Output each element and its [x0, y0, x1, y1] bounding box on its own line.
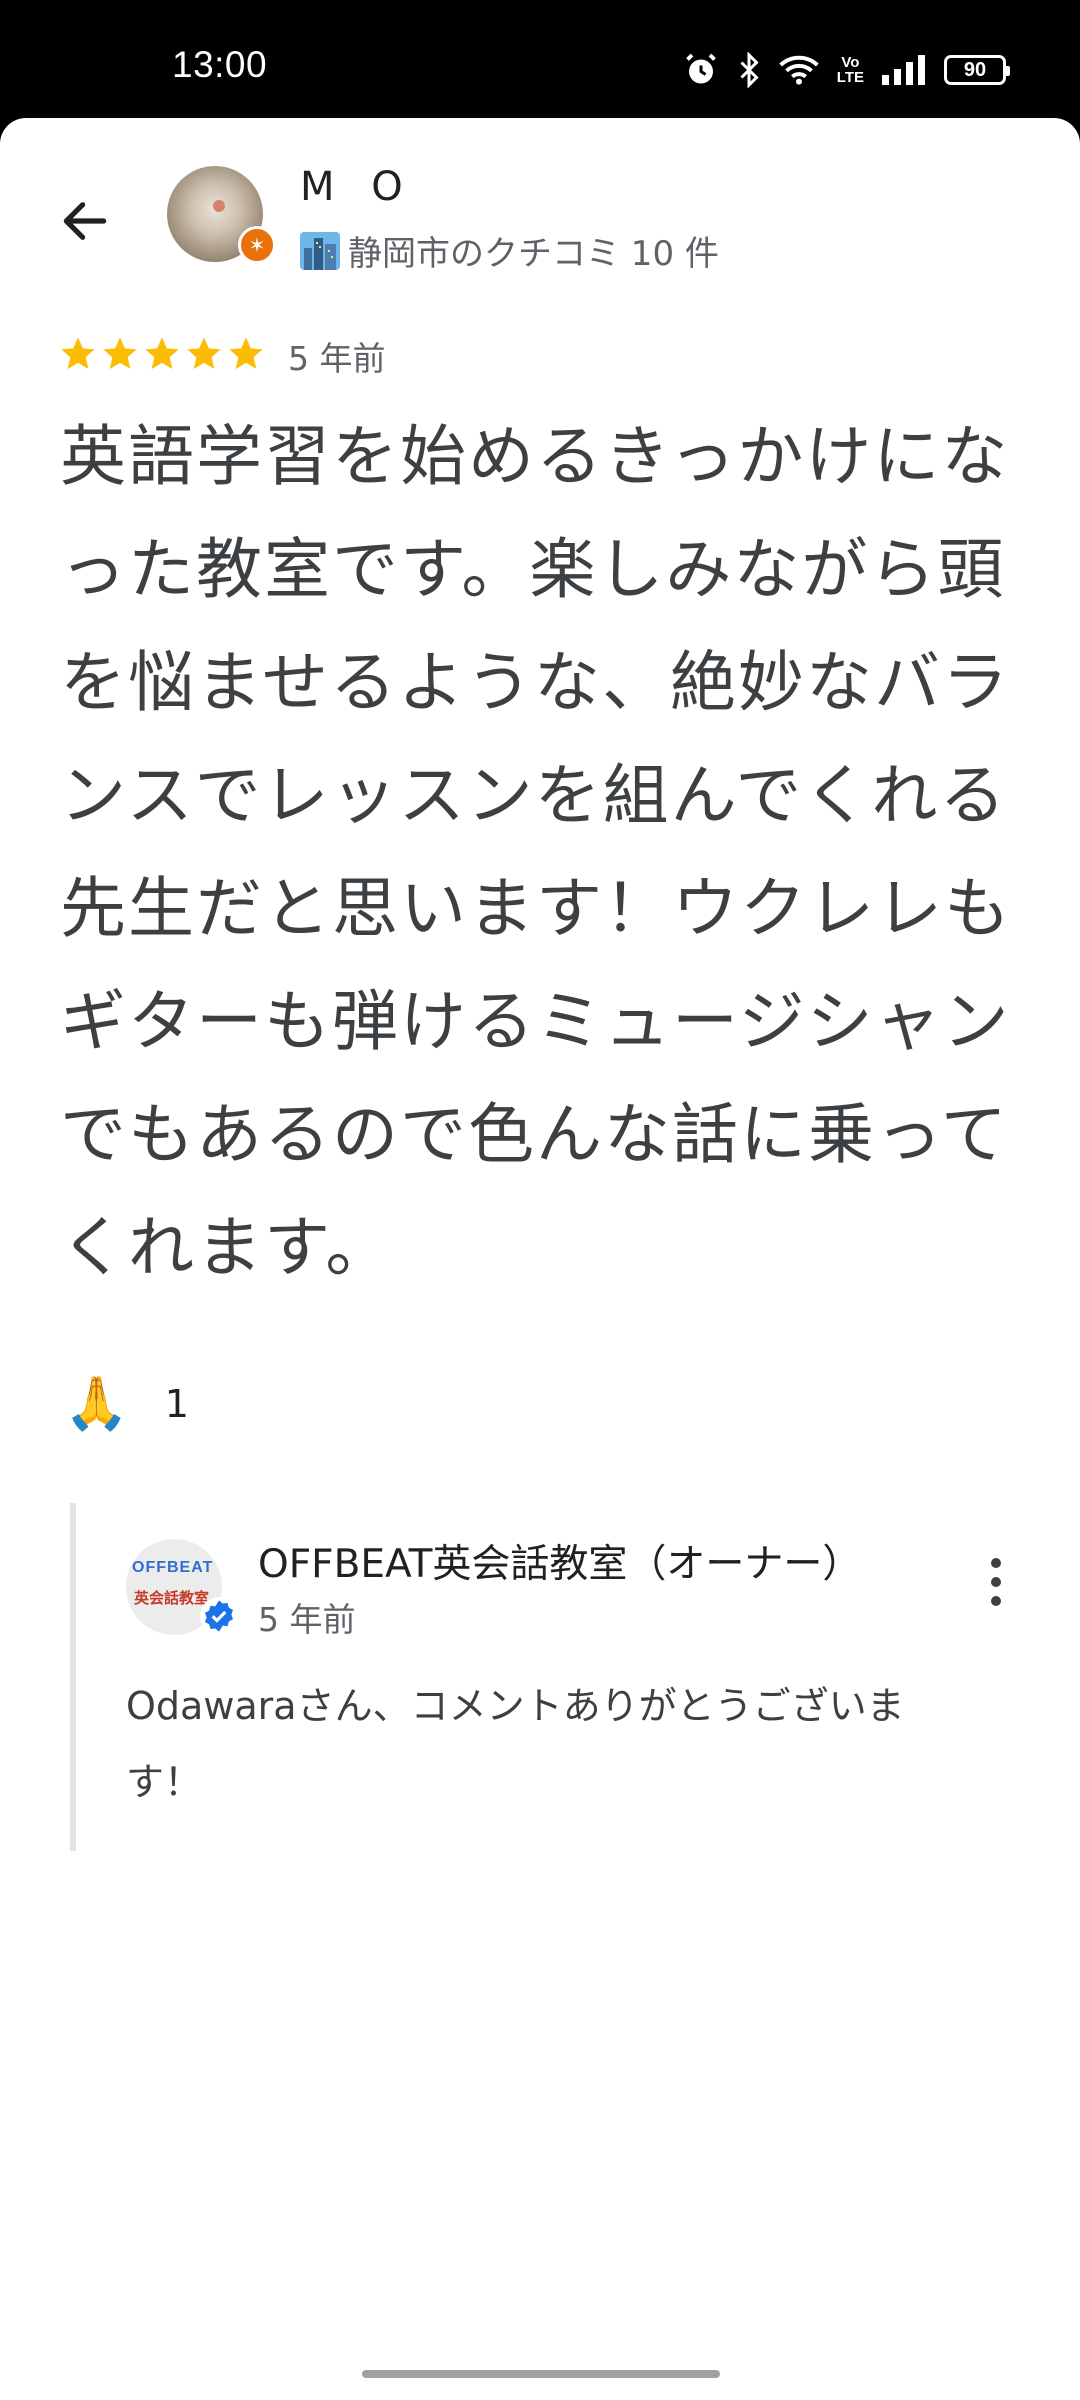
arrow-back-icon	[63, 202, 107, 240]
bluetooth-icon	[740, 52, 759, 88]
reviewer-name[interactable]: M O	[300, 164, 415, 210]
alarm-icon	[685, 53, 716, 84]
owner-reply-time: 5 年前	[258, 1600, 356, 1639]
review-text: 英語学習を始めるきっかけになった教室です。楽しみながら頭を悩ませるような、絶妙な…	[60, 418, 1012, 1286]
owner-reply-text: Odawaraさん、コメントありがとうございます！	[126, 1684, 905, 1804]
reviewer-review-count[interactable]: 静岡市のクチコミ 10 件	[300, 226, 719, 275]
local-guide-badge-icon: ✶	[238, 226, 276, 264]
avatar-flower	[213, 200, 225, 212]
review-count-label: 静岡市のクチコミ 10 件	[348, 234, 719, 274]
more-dot	[991, 1558, 1001, 1568]
review-detail-sheet: ✶ M O 静岡市のクチコミ 10 件 5 年前 英語学習を始めるきっかけになっ…	[0, 118, 1080, 2400]
status-time: 13:00	[172, 44, 268, 85]
more-dot	[991, 1596, 1001, 1606]
owner-name: OFFBEAT英会話教室（オーナー）	[258, 1542, 862, 1587]
review-time: 5 年前	[288, 339, 386, 378]
star-icon	[187, 337, 221, 369]
back-button[interactable]	[50, 186, 120, 256]
verified-icon	[200, 1597, 238, 1635]
more-options-button[interactable]	[976, 1547, 1016, 1617]
owner-logo-bottom: 英会話教室	[134, 1589, 210, 1607]
more-dot	[991, 1577, 1001, 1587]
wifi-icon	[779, 55, 819, 85]
status-icons: Vo LTE 90	[683, 50, 1010, 90]
star-icon	[61, 337, 95, 369]
star-rating	[58, 334, 266, 374]
status-bar: 13:00 Vo LTE 90	[0, 0, 1080, 118]
owner-logo-top: OFFBEAT	[132, 1559, 214, 1576]
star-icon	[229, 337, 263, 369]
home-indicator[interactable]	[362, 2370, 720, 2378]
star-icon	[145, 337, 179, 369]
reaction-button[interactable]: 🙏 1	[64, 1373, 189, 1434]
cityscape-icon	[300, 231, 340, 270]
signal-icon	[882, 55, 925, 85]
owner-reply: OFFBEAT 英会話教室 OFFBEAT英会話教室（オーナー） 5 年前 Od…	[70, 1503, 1036, 1851]
battery-icon: 90	[944, 55, 1010, 85]
star-icon	[103, 337, 137, 369]
volte-icon: Vo LTE	[836, 54, 864, 86]
folded-hands-icon: 🙏	[64, 1374, 129, 1434]
reaction-count: 1	[164, 1381, 189, 1426]
